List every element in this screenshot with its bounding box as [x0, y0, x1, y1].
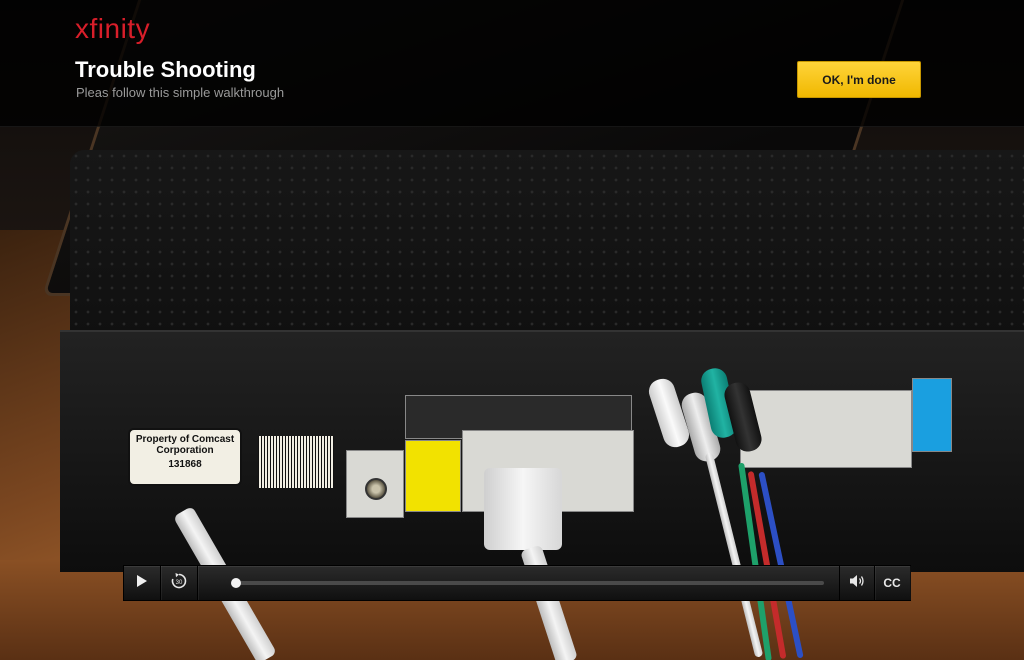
volume-icon	[849, 574, 865, 593]
page-subtitle: Pleas follow this simple walkthrough	[76, 85, 285, 100]
hdmi-plug	[484, 468, 562, 550]
usb-panel	[912, 378, 952, 452]
property-sticker: Property of Comcast Corporation 131868	[128, 428, 242, 486]
done-button[interactable]: OK, I'm done	[797, 61, 921, 98]
page-title: Trouble Shooting	[75, 57, 256, 82]
play-icon	[136, 574, 148, 593]
closed-captions-icon: CC	[883, 576, 901, 590]
barcode-sticker	[258, 436, 334, 488]
progress-knob[interactable]	[231, 578, 241, 588]
ethernet-panel	[405, 440, 461, 512]
closed-captions-button[interactable]: CC	[874, 566, 910, 600]
play-button[interactable]	[124, 566, 161, 600]
progress-track[interactable]	[231, 578, 824, 588]
svg-text:30: 30	[176, 580, 183, 586]
rear-port-panel	[740, 390, 912, 468]
sticker-number: 131868	[168, 459, 202, 470]
header-bar: xfinity Trouble Shooting Pleas follow th…	[0, 0, 1024, 127]
video-controls: 30 CC	[123, 565, 911, 601]
volume-button[interactable]	[839, 566, 875, 600]
coax-port	[365, 478, 387, 500]
xfinity-logo: xfinity	[75, 13, 151, 44]
sticker-text: Property of Comcast Corporation	[135, 434, 235, 456]
rewind-30-button[interactable]: 30	[161, 566, 198, 600]
rewind-30-icon: 30	[170, 572, 188, 595]
